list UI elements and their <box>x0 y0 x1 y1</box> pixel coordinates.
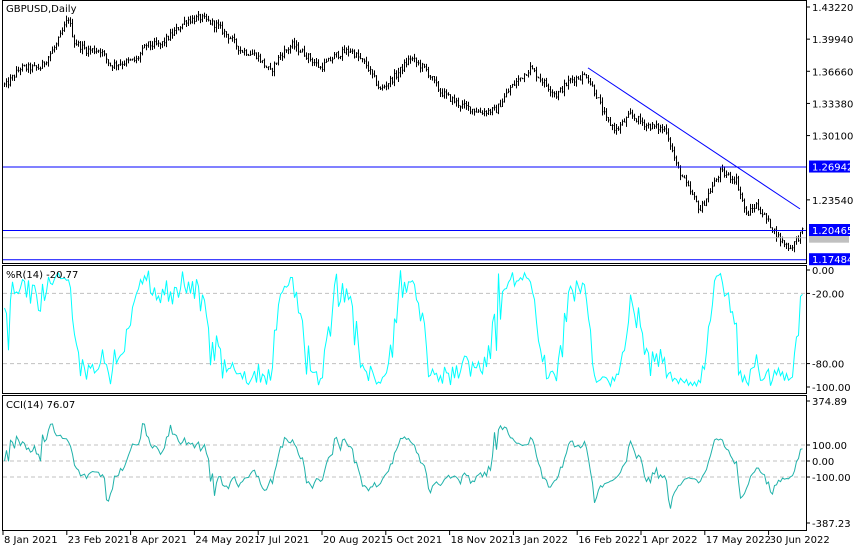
date-tick-label: 24 May 2021 <box>195 535 260 546</box>
wpr-tick-label: 0.00 <box>812 266 834 277</box>
symbol-label: GBPUSD,Daily <box>6 4 77 15</box>
price-tick-label: 1.33380 <box>812 99 853 110</box>
date-tick-label: 17 May 2022 <box>706 535 771 546</box>
date-tick-label: 23 Feb 2021 <box>68 535 130 546</box>
wpr-tick-label: -80.00 <box>812 360 844 371</box>
price-tick-label: 1.23540 <box>812 196 853 207</box>
cci-tick-label: 374.89 <box>812 397 847 408</box>
wpr-tick-label: -20.00 <box>812 289 844 300</box>
date-tick-label: 5 Oct 2021 <box>387 535 442 546</box>
date-tick-label: 7 Jul 2021 <box>259 535 309 546</box>
price-tick-label: 1.36660 <box>812 67 853 78</box>
date-tick-label: 20 Aug 2021 <box>323 535 387 546</box>
cci-tick-label: 100.00 <box>812 441 847 452</box>
level-price-label: 1.20465 <box>812 226 853 237</box>
date-tick-label: 8 Jan 2021 <box>4 535 58 546</box>
wpr-tick-label: -100.00 <box>812 383 851 394</box>
date-tick-label: 3 Jan 2022 <box>514 535 568 546</box>
trading-chart[interactable]: 1.43220 1.39940 1.36660 1.33380 1.30100 1.235… <box>0 0 860 550</box>
level-price-label: 1.26942 <box>812 163 853 174</box>
price-tick-label: 1.43220 <box>812 3 853 14</box>
level-price-label: 1.17484 <box>812 255 853 266</box>
date-tick-label: 30 Jun 2022 <box>770 535 830 546</box>
date-tick-label: 8 Apr 2021 <box>132 535 187 546</box>
price-tick-label: 1.30100 <box>812 132 853 143</box>
cci-label: CCI(14) 76.07 <box>6 400 75 411</box>
cci-tick-label: 0.00 <box>812 457 834 468</box>
date-tick-label: 18 Nov 2021 <box>451 535 515 546</box>
cci-tick-label: -387.23 <box>812 519 851 530</box>
date-tick-label: 1 Apr 2022 <box>642 535 697 546</box>
cci-tick-label: -100.00 <box>812 473 851 484</box>
wpr-label: %R(14) -20.77 <box>6 270 78 281</box>
date-tick-label: 16 Feb 2022 <box>578 535 640 546</box>
cci-panel[interactable] <box>2 395 807 531</box>
price-panel[interactable] <box>2 0 807 264</box>
price-tick-label: 1.39940 <box>812 35 853 46</box>
